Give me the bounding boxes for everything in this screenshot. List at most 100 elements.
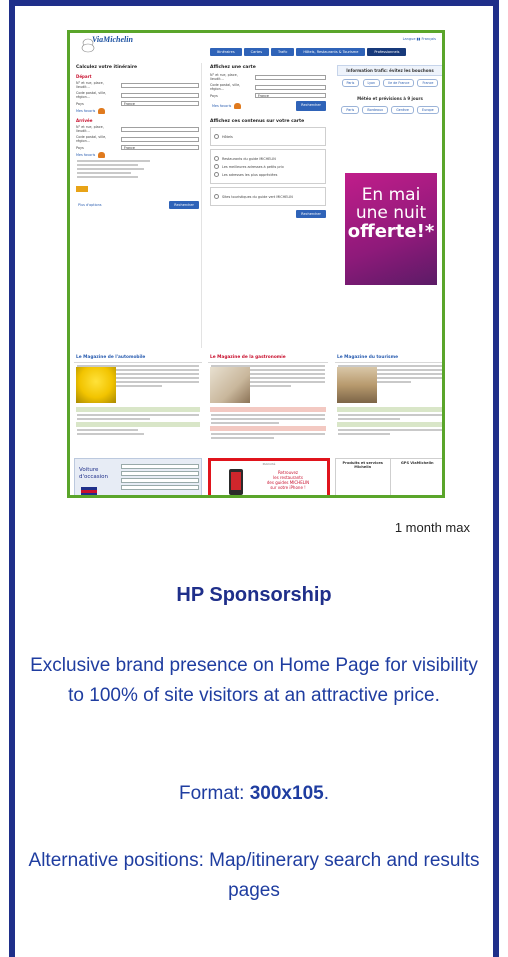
thumb-search-button: Rechercher — [169, 201, 199, 209]
thumb-field-label: N° et rue, place, lieudit... — [76, 125, 104, 133]
thumb-bar — [210, 426, 326, 431]
format-end: . — [323, 783, 329, 804]
thumb-favorites: Mes favoris — [76, 108, 199, 114]
slot-line: sur votre iPhone ! — [270, 485, 306, 490]
thumb-itinerary-panel: Calculez votre itinéraire Départ N° et r… — [74, 63, 202, 348]
thumb-favorites: Mes favoris — [76, 152, 199, 158]
thumb-radio-label: Les meilleures adresses à petits prix — [222, 164, 284, 169]
thumb-chip: Lyon — [362, 79, 381, 87]
thumb-search-button: Rechercher — [296, 101, 326, 111]
thumb-depart-label: Départ — [76, 74, 92, 79]
thumb-nav: Itinéraires Cartes Trafic Hôtels, Restau… — [210, 48, 407, 56]
thumb-logo: ViaMichelin — [92, 35, 133, 44]
thumb-field-label: N° et rue, place, lieudit... — [76, 81, 104, 89]
thumb-banner-ad: En mai une nuit offerte!* — [345, 173, 437, 285]
thumb-chip: Ile de France — [383, 79, 415, 87]
format-label: Format: — [179, 783, 250, 804]
thumb-mid-actions: Mes favoris Rechercher — [210, 101, 326, 111]
thumb-panel-title: Affichez une carte — [210, 65, 256, 70]
thumb-chip: Europe — [417, 106, 439, 114]
used-car-line: d'occasion — [79, 474, 109, 480]
homepage-screenshot: ViaMichelin Langue ▮▮ Français Itinérair… — [67, 30, 445, 498]
slide-description: Exclusive brand presence on Home Page fo… — [30, 655, 478, 706]
thumb-chip: Paris — [341, 79, 360, 87]
thumb-chip: France — [417, 79, 439, 87]
thumb-select: France — [121, 145, 199, 150]
thumb-radio-label: Restaurants du guide MICHELIN — [222, 156, 276, 161]
thumb-bottom-row: Voiture d'occasion Publicité Retrouvez le… — [70, 458, 442, 495]
thumb-radio-label: Sites touristiques du guide vert MICHELI… — [222, 194, 293, 199]
thumb-input — [255, 84, 326, 90]
chef-image — [210, 367, 250, 403]
thumb-field-label: Pays — [210, 93, 218, 98]
sponsorship-slot-highlight: Publicité Retrouvez les restaurants des … — [208, 458, 330, 495]
thumb-bar — [337, 422, 442, 427]
heart-icon — [98, 152, 106, 158]
format-value: 300x105 — [249, 783, 324, 804]
thumb-used-car-widget: Voiture d'occasion — [74, 458, 202, 495]
thumb-used-car-fields — [121, 462, 199, 492]
thumb-input — [121, 136, 199, 142]
thumb-radio: Hôtels — [214, 134, 322, 139]
thumb-magazine-title: Le Magazine du tourisme — [335, 353, 442, 363]
thumb-product-title: GPS ViaMichelin — [400, 461, 434, 465]
thumb-right-panel: Information trafic: évitez les bouchons … — [335, 63, 442, 348]
thumb-select: France — [121, 101, 199, 106]
heart-icon — [234, 103, 242, 109]
thumb-radio: Restaurants du guide MICHELIN — [214, 156, 322, 161]
thumb-more-options: Plus d'options — [78, 203, 102, 207]
thumb-tab: Hôtels, Restaurants & Tourisme — [296, 48, 366, 56]
thumb-arrivee-label: Arrivée — [76, 118, 93, 123]
thumb-bar — [76, 422, 200, 427]
safety-vest-image — [76, 367, 116, 403]
thumb-option-box: Hôtels — [210, 127, 326, 146]
thumb-field-label: Pays — [76, 101, 84, 106]
thumb-tab: Professionnels — [367, 48, 407, 56]
thumb-option-box: Sites touristiques du guide vert MICHELI… — [210, 187, 326, 206]
thumb-tab: Trafic — [271, 48, 295, 56]
thumb-field-label: N° et rue, place, lieudit... — [210, 73, 238, 81]
thumb-radio: Les meilleures adresses à petits prix — [214, 164, 322, 169]
thumb-magazine-auto: Le Magazine de l'automobile — [74, 353, 202, 453]
format-line: Format: 300x105. — [0, 783, 508, 805]
thumb-panel-title: Affichez ces contenus sur votre carte — [210, 119, 305, 124]
ad-line: une nuit — [355, 203, 427, 223]
thumb-field-label: Code postal, ville, région... — [210, 83, 241, 91]
thumb-text-lines — [211, 414, 325, 424]
thumb-input — [121, 126, 199, 132]
thumb-radio: Les adresses les plus appréciées — [214, 172, 322, 177]
used-car-line: Voiture — [79, 467, 99, 473]
thumb-favorites: Mes favoris — [212, 103, 242, 109]
thumb-chip: Genève — [391, 106, 414, 114]
sponsorship-slot-text: Retrouvez les restaurants des guides MIC… — [251, 470, 325, 490]
thumb-chip: Paris — [341, 106, 360, 114]
thumb-bar — [210, 407, 326, 412]
duration-caption: 1 month max — [394, 520, 470, 535]
thumb-field-label: Code postal, ville, région... — [76, 91, 107, 99]
thumb-option-box: Restaurants du guide MICHELIN Les meille… — [210, 149, 326, 184]
thumb-field-label: Code postal, ville, région... — [76, 135, 107, 143]
thumb-weather-title: Météo et prévisions à 9 jours — [337, 94, 442, 103]
thumb-bar — [76, 407, 200, 412]
thumb-chip: Bordeaux — [362, 106, 389, 114]
thumb-input — [121, 92, 199, 98]
thumb-tab: Itinéraires — [210, 48, 242, 56]
thumb-panel-title: Calculez votre itinéraire — [76, 65, 138, 70]
thumb-bar — [337, 407, 442, 412]
slide-title: HP Sponsorship — [176, 584, 332, 606]
thumb-search-button: Rechercher — [296, 210, 326, 218]
thumb-input — [121, 82, 199, 88]
ad-line: offerte!* — [347, 221, 435, 242]
thumb-toplinks: Langue ▮▮ Français — [402, 37, 436, 41]
town-image — [337, 367, 377, 403]
thumb-text-lines — [77, 429, 199, 435]
thumb-radio-label: Les adresses les plus appréciées — [222, 172, 278, 177]
iphone-icon — [229, 469, 243, 495]
thumb-text-lines — [211, 433, 325, 439]
heart-icon — [98, 108, 106, 114]
thumb-pub-label: Publicité — [262, 462, 276, 466]
thumb-tab: Cartes — [243, 48, 270, 56]
thumb-select: France — [255, 93, 326, 98]
thumb-magazine-tourism: Le Magazine du tourisme — [335, 353, 442, 453]
thumb-options-lines — [77, 160, 198, 178]
